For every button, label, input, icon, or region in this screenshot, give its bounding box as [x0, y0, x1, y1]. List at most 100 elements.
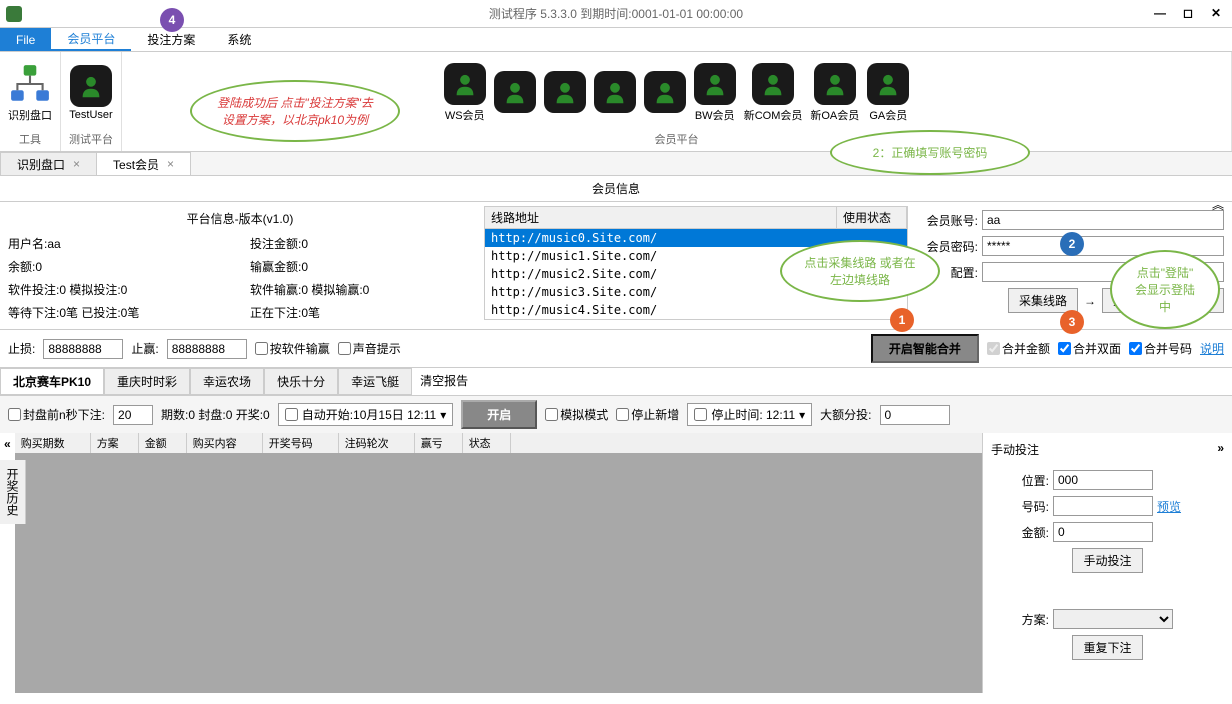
ribbon-member[interactable]	[544, 71, 586, 115]
amount-input[interactable]	[1053, 522, 1153, 542]
ribbon-member[interactable]: 新OA会员	[810, 63, 859, 123]
big-split-input[interactable]	[880, 405, 950, 425]
user-icon	[694, 63, 736, 105]
minimize-button[interactable]: —	[1152, 6, 1168, 22]
close-before-checkbox[interactable]	[8, 408, 21, 421]
merge-double-checkbox[interactable]	[1058, 342, 1071, 355]
game-tab[interactable]: 重庆时时彩	[104, 368, 190, 395]
game-tabs: 北京赛车PK10重庆时时彩幸运农场快乐十分幸运飞艇 清空报告	[0, 368, 1232, 396]
menu-file[interactable]: File	[0, 28, 51, 51]
merge-number-checkbox[interactable]	[1129, 342, 1142, 355]
stoploss-input[interactable]	[43, 339, 123, 359]
history-label[interactable]: 开奖历史	[0, 460, 26, 524]
callout-3: 点击"登陆" 会显示登陆中	[1110, 250, 1220, 329]
stop-add-checkbox[interactable]	[616, 408, 629, 421]
col-route-address: 线路地址	[485, 207, 837, 228]
menu-bar: File 会员平台 投注方案 系统	[0, 28, 1232, 52]
grid-column-header: 购买内容	[187, 433, 263, 453]
stop-time-field[interactable]: 停止时间: 12:11 ▾	[687, 403, 812, 426]
dropdown-icon[interactable]: ▾	[799, 408, 805, 422]
sound-checkbox[interactable]	[338, 342, 351, 355]
position-input[interactable]	[1053, 470, 1153, 490]
hierarchy-icon	[9, 63, 51, 105]
close-button[interactable]: ✕	[1208, 6, 1224, 22]
app-icon	[6, 6, 22, 22]
ribbon-member[interactable]: WS会员	[444, 63, 486, 123]
menu-system[interactable]: 系统	[211, 28, 267, 51]
game-tab[interactable]: 幸运农场	[190, 368, 264, 395]
repeat-bet-button[interactable]: 重复下注	[1072, 635, 1142, 660]
autostart-checkbox[interactable]	[285, 408, 298, 421]
by-software-checkbox[interactable]	[255, 342, 268, 355]
annotation-badge-1: 1	[890, 308, 914, 332]
grid-column-header: 注码轮次	[339, 433, 415, 453]
col-route-status: 使用状态	[837, 207, 907, 228]
game-tab[interactable]: 快乐十分	[264, 368, 338, 395]
user-icon	[867, 63, 909, 105]
document-tabs: 识别盘口 × Test会员 ×	[0, 152, 1232, 176]
ribbon-member[interactable]	[494, 71, 536, 115]
data-grid[interactable]	[15, 453, 982, 693]
grid-column-header: 赢亏	[415, 433, 463, 453]
grid-column-header: 开奖号码	[263, 433, 339, 453]
ribbon-identify-disk[interactable]: 识别盘口	[8, 63, 52, 123]
smart-merge-button[interactable]: 开启智能合并	[871, 334, 979, 363]
user-icon	[594, 71, 636, 113]
route-item[interactable]: http://music4.Site.com/	[485, 301, 907, 319]
tab-identify-disk[interactable]: 识别盘口 ×	[0, 152, 97, 175]
ribbon-member[interactable]	[644, 71, 686, 115]
wait-bet-label: 等待下注:0笔 已投注:0笔	[8, 304, 230, 321]
start-button[interactable]: 开启	[461, 400, 537, 429]
close-icon[interactable]: ×	[167, 157, 174, 171]
member-info-header: 会员信息	[0, 176, 1232, 202]
user-icon	[494, 71, 536, 113]
account-input[interactable]	[982, 210, 1224, 230]
user-icon	[70, 65, 112, 107]
stoploss-label: 止损:	[8, 340, 35, 357]
callout-1: 点击采集线路 或者在左边填线路	[780, 240, 940, 302]
grid-column-header: 金额	[139, 433, 187, 453]
user-icon	[814, 63, 856, 105]
clear-report-button[interactable]: 清空报告	[412, 368, 476, 395]
autostart-field[interactable]: 自动开始:10月15日 12:11 ▾	[278, 403, 454, 426]
grid-column-header: 状态	[463, 433, 511, 453]
close-icon[interactable]: ×	[73, 157, 80, 171]
collapse-icon[interactable]: ︽	[1212, 196, 1224, 213]
bet-amount-label: 投注金额:0	[250, 235, 472, 252]
dropdown-icon[interactable]: ▾	[440, 408, 446, 422]
tab-test-member[interactable]: Test会员 ×	[96, 152, 191, 175]
maximize-button[interactable]: ◻	[1180, 6, 1196, 22]
user-icon	[752, 63, 794, 105]
simulate-checkbox[interactable]	[545, 408, 558, 421]
ribbon-member[interactable]: 新COM会员	[744, 63, 803, 123]
ribbon-member[interactable]: GA会员	[867, 63, 909, 123]
plan-select[interactable]	[1053, 609, 1173, 629]
expand-right-icon[interactable]: »	[1217, 441, 1224, 458]
soft-bet-label: 软件投注:0 模拟投注:0	[8, 281, 230, 298]
preview-link[interactable]: 预览	[1157, 498, 1181, 515]
game-tab[interactable]: 北京赛车PK10	[0, 368, 104, 395]
account-label: 会员账号:	[920, 212, 978, 229]
balance-label: 余额:0	[8, 258, 230, 275]
winloss-label: 输赢金额:0	[250, 258, 472, 275]
soft-win-label: 软件输赢:0 模拟输赢:0	[250, 281, 472, 298]
number-input[interactable]	[1053, 496, 1153, 516]
ribbon-member[interactable]: BW会员	[694, 63, 736, 123]
betting-label: 正在下注:0笔	[250, 304, 472, 321]
close-before-input[interactable]	[113, 405, 153, 425]
explain-link[interactable]: 说明	[1200, 340, 1224, 357]
annotation-badge-3: 3	[1060, 310, 1084, 334]
game-tab[interactable]: 幸运飞艇	[338, 368, 412, 395]
collect-routes-button[interactable]: 采集线路	[1008, 288, 1078, 313]
ribbon-testuser[interactable]: TestUser	[69, 65, 112, 121]
stopwin-input[interactable]	[167, 339, 247, 359]
annotation-badge-4: 4	[160, 8, 184, 32]
manual-title: 手动投注	[991, 441, 1039, 458]
main-area: « 购买期数方案金额购买内容开奖号码注码轮次赢亏状态 手动投注 » 位置: 号码…	[0, 433, 1232, 693]
annotation-badge-2: 2	[1060, 232, 1084, 256]
stop-time-checkbox[interactable]	[694, 408, 707, 421]
menu-member-platform[interactable]: 会员平台	[51, 28, 131, 51]
ribbon-member[interactable]	[594, 71, 636, 115]
window-title: 测试程序 5.3.3.0 到期时间:0001-01-01 00:00:00	[489, 5, 743, 22]
manual-bet-button[interactable]: 手动投注	[1072, 548, 1142, 573]
